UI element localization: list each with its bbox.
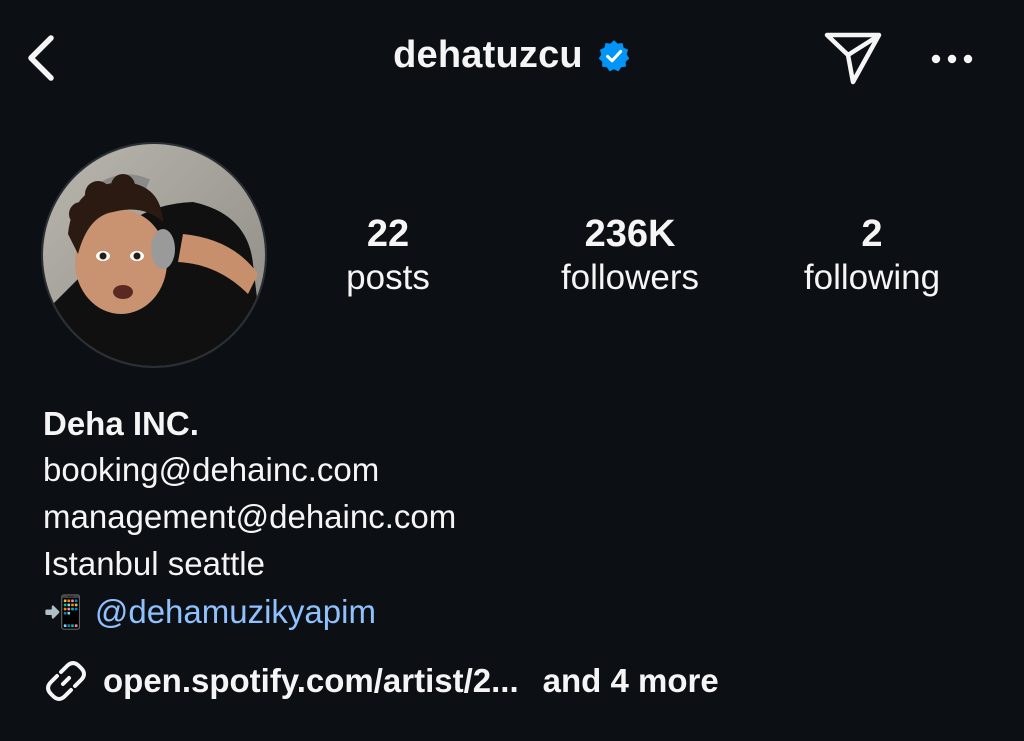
username-title: dehatuzcu — [393, 34, 583, 76]
bio-line: Istanbul seattle — [43, 545, 265, 582]
posts-label: posts — [346, 258, 430, 297]
more-options-button[interactable] — [924, 34, 980, 84]
mention-link[interactable]: @dehamuzikyapim — [95, 593, 376, 631]
followers-label: followers — [560, 258, 700, 297]
link-more[interactable]: and 4 more — [543, 662, 719, 700]
bio-line: management@dehainc.com — [43, 498, 457, 535]
following-label: following — [803, 258, 941, 297]
link-url[interactable]: open.spotify.com/artist/2... — [103, 662, 519, 700]
share-button[interactable] — [818, 26, 888, 90]
verified-badge-icon — [597, 39, 631, 73]
paper-plane-icon — [824, 32, 882, 85]
link-icon — [46, 661, 86, 701]
stat-followers[interactable]: 236K followers — [540, 212, 720, 300]
top-bar: dehatuzcu — [0, 0, 1024, 120]
more-horizontal-icon — [931, 54, 973, 64]
profile-avatar[interactable] — [43, 144, 265, 366]
external-links[interactable]: open.spotify.com/artist/2... and 4 more — [43, 656, 719, 706]
stat-following[interactable]: 2 following — [782, 212, 962, 300]
bio-line: booking@dehainc.com — [43, 451, 380, 488]
profile-bio: Deha INC. booking@dehainc.com management… — [43, 402, 983, 637]
following-count: 2 — [861, 213, 883, 255]
mention-row: 📲 @dehamuzikyapim — [43, 587, 983, 637]
posts-count: 22 — [366, 213, 410, 255]
phone-arrow-emoji: 📲 — [43, 594, 83, 630]
display-name: Deha INC. — [43, 405, 199, 442]
stat-posts[interactable]: 22 posts — [318, 212, 458, 300]
followers-count: 236K — [584, 213, 676, 255]
avatar-photo — [43, 144, 265, 366]
